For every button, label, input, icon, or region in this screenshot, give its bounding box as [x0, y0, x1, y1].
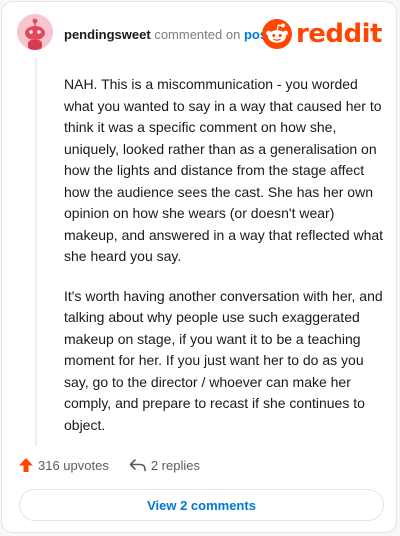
- avatar[interactable]: [17, 14, 53, 50]
- reddit-snoo-icon: [261, 19, 292, 49]
- username-link[interactable]: pendingsweet: [64, 27, 151, 42]
- comment-actions: 316 upvotes 2 replies: [18, 454, 200, 476]
- reddit-logo[interactable]: reddit: [261, 18, 383, 50]
- upvote-button[interactable]: 316 upvotes: [18, 457, 109, 473]
- comment-header: pendingsweet commented on post reddit: [2, 2, 396, 66]
- comment-card: pendingsweet commented on post reddit NA…: [1, 1, 397, 533]
- upvote-arrow-icon: [19, 458, 33, 472]
- reply-arrow-icon: [129, 459, 146, 472]
- view-comments-button[interactable]: View 2 comments: [19, 489, 384, 521]
- replies-button[interactable]: 2 replies: [129, 457, 200, 473]
- upvote-count: 316 upvotes: [38, 457, 109, 473]
- reddit-wordmark: reddit: [295, 19, 383, 49]
- comment-paragraph: It's worth having another conversation w…: [64, 287, 383, 433]
- thread-line: [35, 58, 37, 446]
- comment-paragraph: NAH. This is a miscommunication - you wo…: [64, 76, 384, 264]
- commented-on-text: commented on: [154, 27, 241, 42]
- replies-count: 2 replies: [150, 457, 200, 473]
- comment-body: NAH. This is a miscommunication - you wo…: [64, 74, 388, 454]
- snoo-avatar-icon: [17, 14, 53, 50]
- comment-meta: pendingsweet commented on post: [64, 27, 271, 42]
